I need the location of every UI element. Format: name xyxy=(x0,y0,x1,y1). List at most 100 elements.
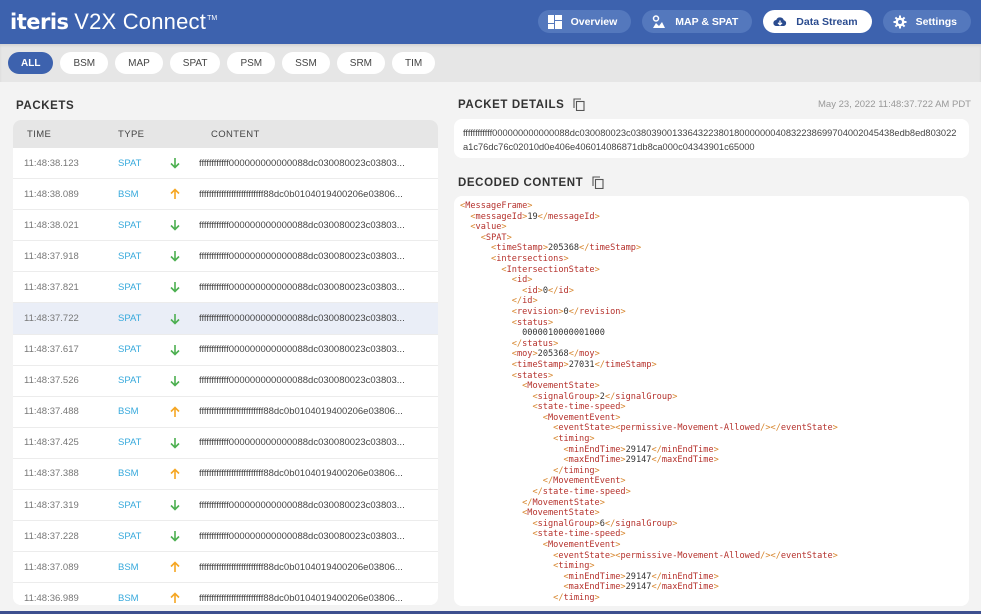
xml-line: <timing> xyxy=(553,434,595,445)
filter-psm[interactable]: PSM xyxy=(227,52,276,74)
packet-type-link[interactable]: SPAT xyxy=(118,251,141,262)
gear-icon xyxy=(893,15,907,29)
xml-line: 0000010000001000 xyxy=(460,328,605,339)
packet-row[interactable]: 11:48:37.722 SPAT ffffffffffff000000000000… xyxy=(13,303,438,335)
copy-icon[interactable] xyxy=(573,98,585,111)
packet-row[interactable]: 11:48:37.488 BSM fffffffffffffffffffffffff… xyxy=(13,396,438,428)
filter-bsm[interactable]: BSM xyxy=(60,52,109,74)
packet-content: ffffffffffff000000000000088dc030080023c0… xyxy=(199,530,405,542)
packet-row[interactable]: 11:48:37.425 SPAT ffffffffffff000000000000… xyxy=(13,427,438,459)
arrow-down-icon xyxy=(169,530,181,542)
packet-type-link[interactable]: SPAT xyxy=(118,158,141,169)
packets-title: PACKETS xyxy=(16,100,75,112)
packet-time: 11:48:37.319 xyxy=(24,499,79,511)
packet-type-link[interactable]: BSM xyxy=(118,593,139,604)
packet-type-link[interactable]: SPAT xyxy=(118,220,141,231)
packet-row[interactable]: 11:48:37.918 SPAT ffffffffffff000000000000… xyxy=(13,241,438,273)
packet-row[interactable]: 11:48:37.617 SPAT ffffffffffff000000000000… xyxy=(13,334,438,366)
packet-type-link[interactable]: SPAT xyxy=(118,282,141,293)
xml-line: <messageId>19</messageId> xyxy=(470,211,600,222)
packet-row[interactable]: 11:48:38.021 SPAT ffffffffffff000000000000… xyxy=(13,210,438,242)
packet-time: 11:48:37.488 xyxy=(24,406,79,418)
column-header-time[interactable]: TIME xyxy=(27,129,51,140)
decoded-content-header: DECODED CONTENT xyxy=(458,176,604,189)
packet-row[interactable]: 11:48:37.821 SPAT ffffffffffff000000000000… xyxy=(13,272,438,304)
xml-line: <maxEndTime>29147</maxEndTime> xyxy=(563,455,719,466)
packet-content: ffffffffffffffffffffffffff88dc0b01040194… xyxy=(199,592,403,604)
packet-time: 11:48:38.021 xyxy=(24,219,79,231)
packet-time: 11:48:37.526 xyxy=(24,375,79,387)
column-header-content[interactable]: CONTENT xyxy=(211,129,260,140)
main-nav: Overview MAP & SPAT Data Stream Settings xyxy=(537,10,971,33)
xml-line: <timing> xyxy=(553,561,595,572)
packet-type-link[interactable]: SPAT xyxy=(118,375,141,386)
packet-type-link[interactable]: SPAT xyxy=(118,344,141,355)
arrow-down-icon xyxy=(169,250,181,262)
xml-line: <intersections> xyxy=(491,253,569,264)
packets-table-body[interactable]: 11:48:38.123 SPAT ffffffffffff000000000000… xyxy=(13,148,438,605)
packet-time: 11:48:37.228 xyxy=(24,530,79,542)
arrow-down-icon xyxy=(169,437,181,449)
nav-settings-label: Settings xyxy=(915,15,957,28)
copy-icon[interactable] xyxy=(592,176,604,189)
xml-line: <value> xyxy=(470,222,507,233)
packet-content: ffffffffffffffffffffffffff88dc0b01040194… xyxy=(199,188,403,200)
packet-time: 11:48:37.722 xyxy=(24,313,79,325)
arrow-up-icon xyxy=(169,592,181,604)
packet-type-link[interactable]: BSM xyxy=(118,406,139,417)
xml-line: <MovementState> xyxy=(522,508,600,519)
xml-line: <eventState><permissive-Movement-Allowed… xyxy=(553,423,838,434)
xml-line: <eventState><permissive-Movement-Allowed… xyxy=(553,550,838,561)
packet-row[interactable]: 11:48:38.123 SPAT ffffffffffff000000000000… xyxy=(13,148,438,180)
packet-content: ffffffffffff000000000000088dc030080023c0… xyxy=(199,250,405,262)
xml-line: </status> xyxy=(511,338,559,349)
filter-spat[interactable]: SPAT xyxy=(169,52,221,74)
filter-ssm[interactable]: SSM xyxy=(282,52,330,74)
nav-data-stream-button[interactable]: Data Stream xyxy=(763,10,872,33)
packet-type-link[interactable]: SPAT xyxy=(118,531,141,542)
brand-logo[interactable]: iteris V2X Connect TM xyxy=(10,9,217,35)
arrow-down-icon xyxy=(169,281,181,294)
packet-content: ffffffffffffffffffffffffff88dc0b01040194… xyxy=(199,468,403,480)
app-header: iteris V2X Connect TM Overview MAP & SPA… xyxy=(0,0,981,44)
trademark: TM xyxy=(207,15,218,22)
packet-type-link[interactable]: BSM xyxy=(118,468,139,479)
filter-srm[interactable]: SRM xyxy=(336,52,386,74)
packet-type-link[interactable]: SPAT xyxy=(118,437,141,448)
xml-line: <revision>0</revision> xyxy=(511,306,626,317)
filter-tim[interactable]: TIM xyxy=(392,52,436,74)
filter-map[interactable]: MAP xyxy=(115,52,163,74)
packet-content: ffffffffffff000000000000088dc030080023c0… xyxy=(199,219,405,231)
xml-line: <states> xyxy=(511,370,554,381)
packet-row[interactable]: 11:48:37.319 SPAT ffffffffffff000000000000… xyxy=(13,490,438,522)
packet-row[interactable]: 11:48:38.089 BSM fffffffffffffffffffffffff… xyxy=(13,179,438,211)
packet-type-link[interactable]: BSM xyxy=(118,189,139,200)
nav-overview-button[interactable]: Overview xyxy=(537,10,632,33)
map-pin-icon xyxy=(652,14,666,29)
column-header-type[interactable]: TYPE xyxy=(118,129,144,140)
xml-line: <MovementEvent> xyxy=(542,412,621,423)
packet-row[interactable]: 11:48:37.388 BSM fffffffffffffffffffffffff… xyxy=(13,458,438,491)
nav-settings-button[interactable]: Settings xyxy=(882,10,971,33)
xml-line: <timeStamp>205368</timeStamp> xyxy=(491,243,642,254)
nav-map-spat-button[interactable]: MAP & SPAT xyxy=(642,10,753,33)
packet-row[interactable]: 11:48:37.089 BSM fffffffffffffffffffffffff… xyxy=(13,552,438,584)
packet-type-link[interactable]: SPAT xyxy=(118,313,141,324)
packet-time: 11:48:37.617 xyxy=(24,344,79,356)
xml-line: <minEndTime>29147</minEndTime> xyxy=(563,444,719,455)
decoded-xml-viewer[interactable]: <MessageFrame> <messageId>19</messageId>… xyxy=(454,196,969,606)
packet-row[interactable]: 11:48:36.989 BSM fffffffffffffffffffffffff… xyxy=(13,583,438,605)
xml-line: <state-time-speed> xyxy=(532,402,626,413)
arrow-down-icon xyxy=(169,499,181,511)
packet-time: 11:48:37.089 xyxy=(24,561,79,573)
cloud-download-icon xyxy=(773,15,787,29)
packet-row[interactable]: 11:48:37.228 SPAT ffffffffffff000000000000… xyxy=(13,521,438,553)
packet-details-title: PACKET DETAILS xyxy=(458,98,565,111)
packet-row[interactable]: 11:48:37.526 SPAT ffffffffffff000000000000… xyxy=(13,365,438,397)
filter-all[interactable]: ALL xyxy=(8,52,54,74)
packet-type-link[interactable]: SPAT xyxy=(118,500,141,511)
packet-type-link[interactable]: BSM xyxy=(118,562,139,573)
arrow-down-icon xyxy=(169,219,181,231)
xml-line: <minEndTime>29147</minEndTime> xyxy=(563,571,719,582)
arrow-up-icon xyxy=(169,188,181,200)
